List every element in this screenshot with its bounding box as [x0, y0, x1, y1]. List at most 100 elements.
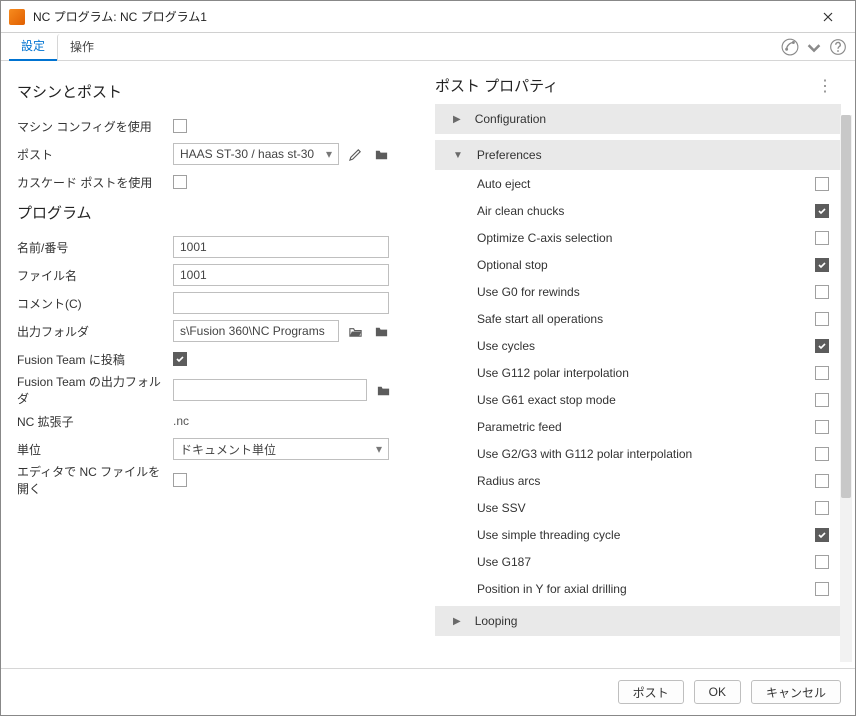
- pref-row: Use SSV: [435, 494, 841, 521]
- close-icon: [823, 12, 833, 22]
- input-output-folder[interactable]: [173, 320, 339, 342]
- triangle-right-icon: ▶: [453, 114, 461, 125]
- ok-button[interactable]: OK: [694, 680, 741, 704]
- phone-icon[interactable]: [781, 38, 799, 56]
- group-preferences[interactable]: ▼ Preferences: [435, 140, 841, 170]
- tabbar: 設定 操作: [1, 33, 855, 61]
- pref-label: Use cycles: [477, 339, 535, 353]
- pref-checkbox[interactable]: [815, 366, 829, 380]
- value-nc-extension: .nc: [173, 414, 189, 428]
- pref-row: Use G61 exact stop mode: [435, 386, 841, 413]
- pref-label: Use G0 for rewinds: [477, 285, 580, 299]
- pref-row: Air clean chucks: [435, 197, 841, 224]
- tab-settings[interactable]: 設定: [9, 33, 57, 61]
- close-button[interactable]: [807, 2, 849, 32]
- label-unit: 単位: [17, 441, 173, 458]
- unit-select-value: ドキュメント単位: [180, 441, 276, 458]
- open-folder-icon: [348, 324, 363, 339]
- pref-checkbox[interactable]: [815, 177, 829, 191]
- footer: ポスト OK キャンセル: [1, 669, 855, 715]
- pref-checkbox[interactable]: [815, 312, 829, 326]
- pref-checkbox[interactable]: [815, 501, 829, 515]
- pref-checkbox[interactable]: [815, 285, 829, 299]
- pref-checkbox[interactable]: [815, 339, 829, 353]
- label-fusion-team-output-folder: Fusion Team の出力フォルダ: [17, 373, 173, 407]
- pref-row: Radius arcs: [435, 467, 841, 494]
- label-file-name: ファイル名: [17, 267, 173, 284]
- pref-label: Optional stop: [477, 258, 548, 272]
- label-use-machine-config: マシン コンフィグを使用: [17, 118, 173, 135]
- tab-operations[interactable]: 操作: [57, 34, 106, 60]
- pref-row: Auto eject: [435, 170, 841, 197]
- reveal-folder-button[interactable]: [345, 321, 365, 341]
- pref-label: Position in Y for axial drilling: [477, 582, 627, 596]
- pref-label: Auto eject: [477, 177, 530, 191]
- pref-checkbox[interactable]: [815, 474, 829, 488]
- chevron-down-icon: ▾: [326, 147, 332, 161]
- scrollbar-thumb[interactable]: [841, 115, 851, 498]
- input-comment[interactable]: [173, 292, 389, 314]
- pref-row: Parametric feed: [435, 413, 841, 440]
- label-output-folder: 出力フォルダ: [17, 323, 173, 340]
- edit-post-button[interactable]: [345, 144, 365, 164]
- pref-checkbox[interactable]: [815, 528, 829, 542]
- input-name-number[interactable]: [173, 236, 389, 258]
- pref-label: Safe start all operations: [477, 312, 603, 326]
- right-panel: ポスト プロパティ ⋮ ▶ Configuration ▼ Preference…: [427, 61, 855, 668]
- pref-row: Use cycles: [435, 332, 841, 359]
- pref-checkbox[interactable]: [815, 204, 829, 218]
- post-select-value: HAAS ST-30 / haas st-30: [180, 147, 314, 161]
- input-fusion-team-output-folder[interactable]: [173, 379, 367, 401]
- pref-row: Safe start all operations: [435, 305, 841, 332]
- post-properties-title: ポスト プロパティ: [435, 75, 558, 96]
- post-button[interactable]: ポスト: [618, 680, 684, 704]
- pref-label: Use G112 polar interpolation: [477, 366, 629, 380]
- pref-row: Use G2/G3 with G112 polar interpolation: [435, 440, 841, 467]
- group-looping[interactable]: ▶ Looping: [435, 606, 841, 636]
- group-configuration-label: Configuration: [475, 112, 546, 126]
- dropdown-icon[interactable]: [805, 38, 823, 56]
- post-properties-list: ▶ Configuration ▼ Preferences Auto eject…: [435, 104, 845, 658]
- pref-checkbox[interactable]: [815, 582, 829, 596]
- unit-select[interactable]: ドキュメント単位 ▾: [173, 438, 389, 460]
- label-comment: コメント(C): [17, 295, 173, 312]
- pref-row: Use G187: [435, 548, 841, 575]
- pref-label: Optimize C-axis selection: [477, 231, 612, 245]
- checkbox-use-machine-config[interactable]: [173, 119, 187, 133]
- pref-checkbox[interactable]: [815, 231, 829, 245]
- section-program: プログラム: [17, 202, 417, 223]
- input-file-name[interactable]: [173, 264, 389, 286]
- checkbox-cascade-post[interactable]: [173, 175, 187, 189]
- group-configuration[interactable]: ▶ Configuration: [435, 104, 841, 134]
- pref-checkbox[interactable]: [815, 258, 829, 272]
- pref-label: Use G187: [477, 555, 531, 569]
- label-nc-extension: NC 拡張子: [17, 413, 173, 430]
- help-icon[interactable]: [829, 38, 847, 56]
- tabbar-icons: [781, 38, 847, 60]
- pref-row: Use G0 for rewinds: [435, 278, 841, 305]
- group-looping-label: Looping: [475, 614, 518, 628]
- pref-checkbox[interactable]: [815, 393, 829, 407]
- pref-checkbox[interactable]: [815, 447, 829, 461]
- post-select[interactable]: HAAS ST-30 / haas st-30 ▾: [173, 143, 339, 165]
- dialog-body: マシンとポスト マシン コンフィグを使用 ポスト HAAS ST-30 / ha…: [1, 61, 855, 668]
- browse-fusion-team-folder-button[interactable]: [373, 380, 393, 400]
- pref-label: Use simple threading cycle: [477, 528, 620, 542]
- cancel-button[interactable]: キャンセル: [751, 680, 841, 704]
- pref-checkbox[interactable]: [815, 555, 829, 569]
- checkbox-fusion-team-post[interactable]: [173, 352, 187, 366]
- pref-row: Position in Y for axial drilling: [435, 575, 841, 602]
- titlebar: NC プログラム: NC プログラム1: [1, 1, 855, 33]
- chevron-down-icon: ▾: [376, 442, 382, 456]
- app-icon: [9, 9, 25, 25]
- pref-checkbox[interactable]: [815, 420, 829, 434]
- label-post: ポスト: [17, 146, 173, 163]
- checkbox-open-in-editor[interactable]: [173, 473, 187, 487]
- browse-output-folder-button[interactable]: [371, 321, 391, 341]
- group-preferences-label: Preferences: [477, 148, 542, 162]
- props-scrollbar[interactable]: [840, 115, 852, 662]
- browse-post-button[interactable]: [371, 144, 391, 164]
- post-properties-menu-button[interactable]: ⋮: [817, 76, 839, 96]
- pref-label: Parametric feed: [477, 420, 562, 434]
- folder-icon: [376, 383, 391, 398]
